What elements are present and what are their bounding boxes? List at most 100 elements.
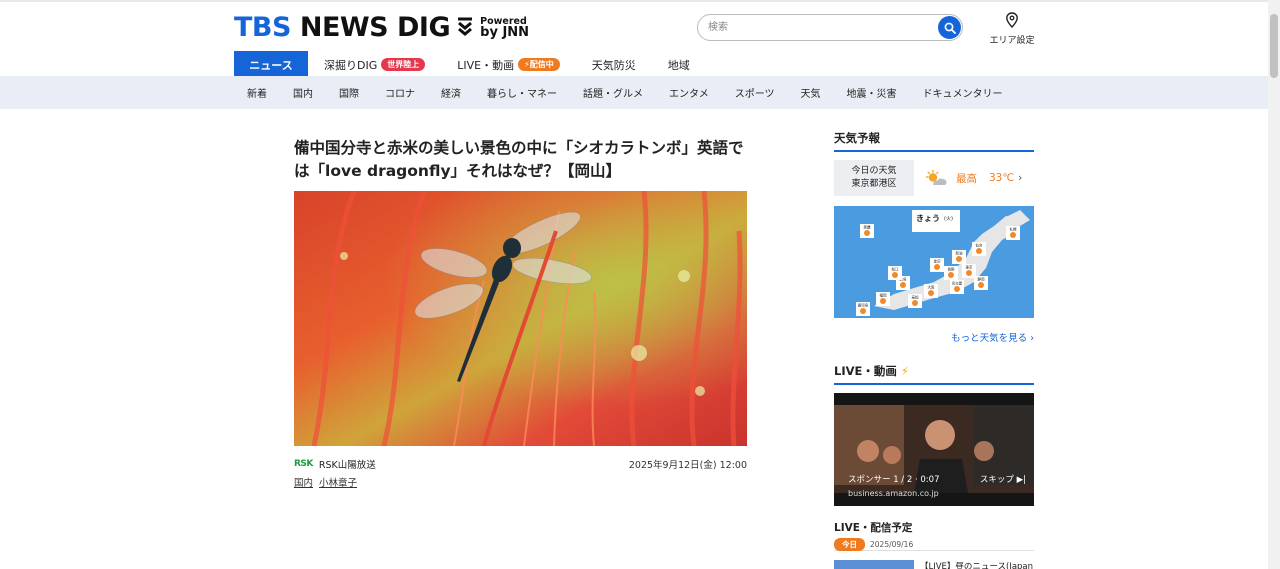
location-pin-icon <box>1006 12 1018 29</box>
search-button[interactable] <box>938 16 961 39</box>
category-domestic[interactable]: 国内 <box>280 85 326 100</box>
skip-ad-button[interactable]: スキップ ▶| <box>980 473 1026 485</box>
tag-author[interactable]: 小林章子 <box>319 475 357 489</box>
category-weather[interactable]: 天気 <box>788 85 834 100</box>
category-documentary[interactable]: ドキュメンタリー <box>910 85 1016 100</box>
map-city-marker: 静岡 <box>974 276 988 290</box>
map-city-label: 松江 <box>892 267 900 272</box>
chevron-right-icon: › <box>1030 333 1034 344</box>
dig-mark-icon <box>456 14 474 40</box>
site-header: TBS NEWS DIG Powered by JNN エリア設定 <box>0 0 1268 78</box>
article-source[interactable]: RSK RSK山陽放送 <box>294 457 376 471</box>
area-setting-label: エリア設定 <box>989 36 1035 46</box>
map-city-label: 名古屋 <box>952 281 963 286</box>
search-box <box>697 14 963 41</box>
map-city-marker: 松江 <box>888 266 902 280</box>
scrollbar-thumb[interactable] <box>1270 14 1278 78</box>
schedule-title: 【LIVE】昼のニュース(Japan <box>920 562 1034 569</box>
source-name: RSK山陽放送 <box>318 460 376 471</box>
schedule-date-row: 今日 2025/09/16 <box>834 538 1034 551</box>
map-city-marker: 大阪 <box>924 284 938 298</box>
map-city-marker: 鹿児島 <box>856 302 870 316</box>
category-sports[interactable]: スポーツ <box>722 85 788 100</box>
map-city-marker: 金沢 <box>930 258 944 272</box>
map-city-label: 新潟 <box>956 251 964 256</box>
article-title: 備中国分寺と赤米の美しい景色の中に「シオカラトンボ」英語では「love drag… <box>294 139 744 180</box>
map-city-label: 金沢 <box>934 259 942 264</box>
weather-info: 最高 33℃ › <box>914 160 1034 196</box>
category-entertainment[interactable]: エンタメ <box>656 85 722 100</box>
search-input[interactable] <box>708 19 928 36</box>
map-city-label: 那覇 <box>864 225 872 230</box>
site-logo[interactable]: TBS NEWS DIG Powered by JNN <box>234 11 530 43</box>
map-city-marker: 那覇 <box>860 224 874 238</box>
logo-text: TBS NEWS DIG <box>234 11 451 43</box>
weather-card[interactable]: 今日の天気 東京都港区 最高 33℃ › <box>834 160 1034 196</box>
category-economy[interactable]: 経済 <box>428 85 474 100</box>
schedule-heading: LIVE・配信予定 <box>834 522 913 534</box>
category-life-money[interactable]: 暮らし・マネー <box>474 85 570 100</box>
schedule-item[interactable]: 【LIVE】昼のニュース(Japan <box>834 560 1034 569</box>
rsk-logo: RSK <box>294 459 313 469</box>
live-heading: LIVE・動画 ⚡ <box>834 363 1034 385</box>
map-city-label: 東京 <box>966 265 974 270</box>
category-topics-gourmet[interactable]: 話題・グルメ <box>570 85 656 100</box>
map-day: (火) <box>944 216 953 222</box>
schedule-thumbnail <box>834 560 914 569</box>
search-icon <box>944 22 956 34</box>
video-ad-overlay: スポンサー 1 / 2 · 0:07 スキップ ▶| business.amaz… <box>848 473 1026 498</box>
map-city-marker: 新潟 <box>952 250 966 264</box>
weather-map[interactable]: きょう (火) 札幌 仙台 新潟 東京 金沢 長野 名古屋 大阪 広島 高知 福岡 鹿児島 那覇 静岡 松江 <box>834 206 1034 318</box>
map-city-label: 大阪 <box>928 285 936 290</box>
main-nav-weather[interactable]: 天気防災 <box>576 51 652 78</box>
map-city-marker: 福岡 <box>876 292 890 306</box>
article-photo-dragonfly[interactable] <box>294 191 747 446</box>
main-nav: ニュース 深掘りDIG 世界陸上 LIVE・動画 ⚡配信中 天気防災 地域 <box>234 51 706 78</box>
skip-icon: ▶| <box>1013 475 1026 485</box>
weather-high-value: 33℃ <box>989 172 1015 184</box>
map-city-marker: 仙台 <box>972 242 986 256</box>
main-nav-dig[interactable]: 深掘りDIG 世界陸上 <box>308 51 441 78</box>
chevron-right-icon: › <box>1018 172 1023 184</box>
map-city-marker: 名古屋 <box>950 280 964 294</box>
live-video-player[interactable]: スポンサー 1 / 2 · 0:07 スキップ ▶| business.amaz… <box>834 393 1034 506</box>
map-city-marker: 札幌 <box>1006 226 1020 240</box>
powered-by-jnn: Powered by JNN <box>480 15 530 40</box>
map-city-marker: 長野 <box>944 266 958 280</box>
badge-world-athletics: 世界陸上 <box>381 58 426 71</box>
main-nav-news[interactable]: ニュース <box>234 51 308 78</box>
main-nav-live[interactable]: LIVE・動画 ⚡配信中 <box>441 51 575 78</box>
weather-location: 今日の天気 東京都港区 <box>834 160 914 196</box>
map-city-label: 福岡 <box>880 293 888 298</box>
sunny-cloudy-icon <box>926 170 947 185</box>
badge-live-now: ⚡配信中 <box>518 58 560 71</box>
map-city-label: 鹿児島 <box>858 303 869 308</box>
article-tags: 国内 小林章子 <box>294 475 363 489</box>
area-setting-button[interactable]: エリア設定 <box>988 12 1036 46</box>
map-city-marker: 東京 <box>962 264 976 278</box>
map-city-label: 長野 <box>948 267 956 272</box>
category-nav: 新着 国内 国際 コロナ 経済 暮らし・マネー 話題・グルメ エンタメ スポーツ… <box>0 76 1268 109</box>
category-new[interactable]: 新着 <box>234 85 280 100</box>
page-scrollbar[interactable] <box>1268 0 1280 569</box>
map-title: きょう <box>916 214 940 223</box>
lightning-icon: ⚡ <box>900 364 909 378</box>
weather-heading: 天気予報 <box>834 130 1034 152</box>
ad-url: business.amazon.co.jp <box>848 489 939 498</box>
map-city-label: 静岡 <box>978 277 986 282</box>
map-city-label: 仙台 <box>976 243 984 248</box>
schedule-date: 2025/09/16 <box>870 540 914 549</box>
category-corona[interactable]: コロナ <box>372 85 428 100</box>
today-badge: 今日 <box>834 538 865 551</box>
category-international[interactable]: 国際 <box>326 85 372 100</box>
map-city-label: 札幌 <box>1010 227 1018 232</box>
category-disaster[interactable]: 地震・災害 <box>834 85 910 100</box>
weather-high-label: 最高 <box>956 172 977 185</box>
tag-domestic[interactable]: 国内 <box>294 475 313 489</box>
map-city-label: 高知 <box>912 295 920 300</box>
article-date: 2025年9月12日(金) 12:00 <box>628 460 747 471</box>
map-city-marker: 高知 <box>908 294 922 308</box>
more-weather-link[interactable]: もっと天気を見る › <box>900 330 1034 344</box>
main-nav-region[interactable]: 地域 <box>652 51 706 78</box>
ad-sponsor-label: スポンサー 1 / 2 · 0:07 <box>848 475 940 485</box>
